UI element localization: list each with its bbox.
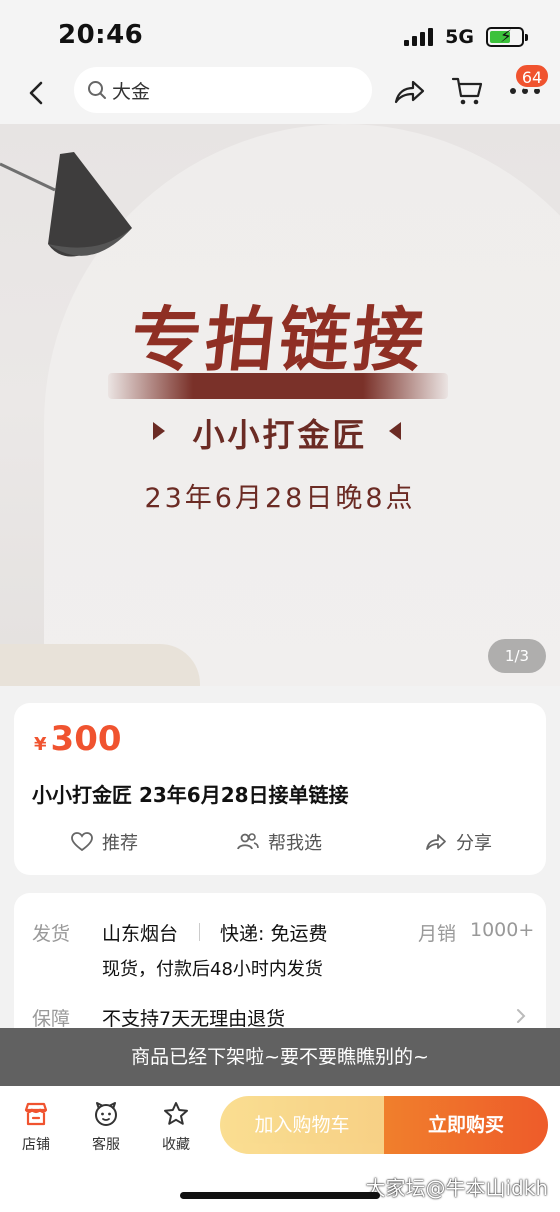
arrow-left-decoration-icon xyxy=(389,422,401,440)
monthly-sales-value: 1000+ xyxy=(470,919,535,941)
guarantee-label: 保障 xyxy=(32,1008,71,1030)
status-indicators: 5G ⚡ xyxy=(404,26,528,48)
add-to-cart-button[interactable]: 加入购物车 xyxy=(220,1096,384,1154)
nav-bar: 大金 64 xyxy=(0,62,560,124)
heart-icon xyxy=(71,832,93,852)
cart-count-badge: 64 xyxy=(514,63,550,89)
price: ¥300 xyxy=(34,719,122,759)
customer-service-tab[interactable]: 客服 xyxy=(76,1100,136,1154)
guarantee-text: 不支持7天无理由退货 xyxy=(102,1008,286,1030)
chevron-right-icon[interactable] xyxy=(514,1007,528,1025)
delisted-toast: 商品已经下架啦~要不要瞧瞧别的~ xyxy=(0,1028,560,1086)
shop-label: 店铺 xyxy=(22,1137,50,1153)
status-time: 20:46 xyxy=(58,20,144,50)
bottom-action-bar: 店铺 客服 收藏 加入购物车 立即购买 大家坛@牛本山idkh xyxy=(0,1086,560,1212)
hero-bar-decoration xyxy=(108,373,448,399)
favorite-tab[interactable]: 收藏 xyxy=(146,1100,206,1154)
battery-icon: ⚡ xyxy=(486,27,528,47)
product-image-carousel[interactable]: 专拍链接 小小打金匠 23年6月28日晚8点 1/3 xyxy=(0,124,560,686)
share-icon[interactable] xyxy=(392,76,426,108)
search-icon xyxy=(88,81,106,99)
dispatch-info: 现货，付款后48小时内发货 xyxy=(102,959,323,980)
product-title: 小小打金匠 23年6月28日接单链接 xyxy=(32,783,349,807)
shop-tab[interactable]: 店铺 xyxy=(6,1100,66,1154)
cart-icon[interactable] xyxy=(450,74,484,108)
home-indicator[interactable] xyxy=(180,1192,380,1199)
shipping-origin: 山东烟台 xyxy=(102,923,179,945)
customer-service-label: 客服 xyxy=(92,1137,120,1153)
hero-title: 专拍链接 xyxy=(127,299,432,381)
monthly-sales-label: 月销 xyxy=(418,923,457,945)
back-icon[interactable] xyxy=(22,78,52,108)
price-value: 300 xyxy=(50,719,122,759)
help-choose-button[interactable]: 帮我选 xyxy=(236,829,322,855)
hero-shop-name: 小小打金匠 xyxy=(192,416,368,454)
carousel-page-indicator: 1/3 xyxy=(488,639,546,673)
currency-symbol: ¥ xyxy=(34,734,47,755)
network-type: 5G xyxy=(445,26,474,48)
watermark: 大家坛@牛本山idkh xyxy=(365,1176,548,1200)
shipping-label: 发货 xyxy=(32,923,71,945)
signal-icon xyxy=(404,28,434,46)
search-input[interactable]: 大金 xyxy=(74,67,372,113)
hero-date: 23年6月28日晚8点 xyxy=(144,483,416,514)
star-icon xyxy=(164,1102,188,1125)
search-query: 大金 xyxy=(112,80,151,103)
favorite-label: 收藏 xyxy=(162,1137,190,1153)
help-choose-label: 帮我选 xyxy=(268,833,322,854)
recommend-label: 推荐 xyxy=(102,833,138,854)
divider xyxy=(199,923,200,941)
price-card: ¥300 小小打金匠 23年6月28日接单链接 推荐 帮我选 分享 xyxy=(14,703,546,875)
share-icon xyxy=(426,834,446,850)
buy-now-button[interactable]: 立即购买 xyxy=(384,1096,548,1154)
sofa-image xyxy=(0,644,200,686)
share-button[interactable]: 分享 xyxy=(424,829,492,855)
product-actions: 推荐 帮我选 分享 xyxy=(14,829,546,859)
status-bar: 20:46 5G ⚡ xyxy=(0,0,560,62)
recommend-button[interactable]: 推荐 xyxy=(70,829,138,855)
customer-service-icon xyxy=(95,1102,117,1126)
shipping-express: 快递: 免运费 xyxy=(220,923,328,945)
share-label: 分享 xyxy=(456,833,492,854)
shop-icon xyxy=(24,1102,48,1126)
people-icon xyxy=(237,833,259,850)
